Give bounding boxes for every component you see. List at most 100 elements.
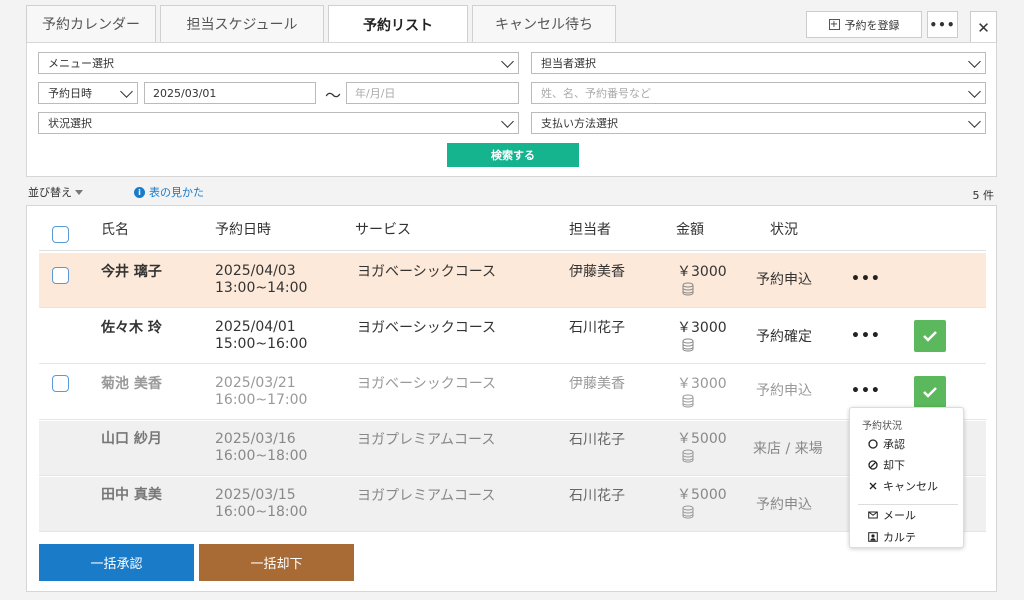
reservation-date: 2025/04/01 — [215, 319, 296, 335]
chevron-down-icon — [501, 55, 514, 68]
status-select[interactable]: 状況選択 — [38, 112, 519, 134]
tab-bar: 予約カレンダー 担当スケジュール 予約リスト キャンセル待ち — [26, 5, 616, 43]
menu-item-reject[interactable]: 却下 — [868, 457, 905, 473]
top-actions: + 予約を登録 ••• — [806, 11, 958, 38]
column-price: 金額 — [676, 222, 704, 238]
reservation-date: 2025/04/03 — [215, 263, 296, 279]
filter-panel: メニュー選択 担当者選択 予約日時 2025/03/01 〜 年/月/日 姓、名… — [26, 42, 997, 177]
menu-section-title: 予約状況 — [862, 421, 902, 432]
reservation-time: 13:00~14:00 — [215, 280, 308, 296]
payment-select-label: 支払い方法選択 — [541, 117, 618, 130]
table-row[interactable]: 今井 璃子 2025/04/03 13:00~14:00 ヨガベーシックコース … — [39, 253, 986, 308]
chevron-down-icon — [968, 115, 981, 128]
reservation-status: 予約申込 — [756, 272, 812, 288]
table-header: 氏名 予約日時 サービス 担当者 金額 状況 — [39, 206, 986, 251]
reservation-status: 予約申込 — [756, 383, 812, 399]
customer-name: 山口 紗月 — [101, 431, 162, 447]
checkmark-icon — [923, 387, 937, 398]
search-button[interactable]: 検索する — [447, 143, 579, 167]
caret-down-icon — [75, 189, 83, 195]
customer-name: 田中 真美 — [101, 487, 162, 503]
info-icon: i — [134, 186, 145, 198]
result-count: 5 件 — [972, 189, 995, 202]
sort-dropdown[interactable]: 並び替え — [28, 184, 83, 200]
menu-item-mail[interactable]: メール — [868, 507, 916, 523]
tab-reservation-list[interactable]: 予約リスト — [328, 5, 468, 43]
range-tilde: 〜 — [325, 86, 342, 105]
tab-staff-schedule[interactable]: 担当スケジュール — [160, 5, 324, 42]
service-name: ヨガプレミアムコース — [357, 432, 496, 448]
coin-stack-icon — [682, 394, 694, 408]
row-checkbox[interactable] — [52, 267, 69, 284]
reservation-date: 2025/03/16 — [215, 431, 296, 447]
column-datetime: 予約日時 — [215, 222, 271, 238]
customer-name: 菊池 美香 — [101, 376, 162, 392]
plus-icon: + — [828, 19, 840, 30]
service-name: ヨガベーシックコース — [357, 376, 497, 392]
staff-name: 石川花子 — [569, 320, 625, 336]
x-icon — [869, 482, 877, 490]
coin-stack-icon — [682, 338, 694, 352]
more-options-button[interactable]: ••• — [927, 11, 958, 38]
menu-select-label: メニュー選択 — [48, 57, 114, 70]
confirm-check-button[interactable] — [914, 376, 946, 408]
row-more-button[interactable]: ••• — [851, 383, 881, 399]
menu-item-cancel-label: キャンセル — [883, 480, 938, 493]
register-reservation-button[interactable]: + 予約を登録 — [806, 11, 922, 38]
table-row[interactable]: 佐々木 玲 2025/04/01 15:00~16:00 ヨガベーシックコース … — [39, 309, 986, 364]
reservation-time: 16:00~18:00 — [215, 448, 308, 464]
staff-name: 伊藤美香 — [569, 376, 625, 392]
customer-name: 今井 璃子 — [101, 264, 162, 280]
menu-item-chart[interactable]: カルテ — [868, 529, 916, 545]
date-to-input[interactable]: 年/月/日 — [346, 82, 519, 104]
price: ￥3000 — [677, 264, 727, 280]
table-row[interactable]: 田中 真美 2025/03/15 16:00~18:00 ヨガプレミアムコース … — [39, 477, 986, 532]
payment-select[interactable]: 支払い方法選択 — [531, 112, 986, 134]
confirm-check-button[interactable] — [914, 320, 946, 352]
table-guide-link[interactable]: i 表の見かた — [134, 184, 204, 200]
staff-name: 石川花子 — [569, 432, 625, 448]
menu-item-reject-label: 却下 — [883, 459, 905, 472]
customer-name: 佐々木 玲 — [101, 320, 162, 336]
mail-icon — [868, 511, 878, 519]
chevron-down-icon — [120, 85, 133, 98]
coin-stack-icon — [682, 282, 694, 296]
column-status: 状況 — [770, 222, 798, 238]
tab-reservation-calendar[interactable]: 予約カレンダー — [26, 5, 156, 42]
keyword-search-input[interactable]: 姓、名、予約番号など — [531, 82, 986, 104]
row-more-button[interactable]: ••• — [851, 328, 881, 344]
row-more-button[interactable]: ••• — [851, 271, 881, 287]
staff-select[interactable]: 担当者選択 — [531, 52, 986, 74]
bulk-reject-button[interactable]: 一括却下 — [199, 544, 354, 581]
menu-select[interactable]: メニュー選択 — [38, 52, 519, 74]
table-row[interactable]: 菊池 美香 2025/03/21 16:00~17:00 ヨガベーシックコース … — [39, 365, 986, 420]
register-label: 予約を登録 — [844, 18, 900, 32]
menu-item-approve[interactable]: 承認 — [868, 436, 905, 452]
chevron-down-icon — [968, 55, 981, 68]
service-name: ヨガベーシックコース — [357, 320, 497, 336]
price: ￥3000 — [677, 376, 727, 392]
coin-stack-icon — [682, 449, 694, 463]
menu-item-cancel[interactable]: キャンセル — [868, 478, 938, 494]
menu-item-approve-label: 承認 — [883, 438, 905, 451]
close-button[interactable]: ✕ — [970, 11, 997, 43]
bulk-approve-button[interactable]: 一括承認 — [39, 544, 194, 581]
reservation-date: 2025/03/21 — [215, 375, 296, 391]
reservation-status: 予約申込 — [756, 497, 812, 513]
sort-label: 並び替え — [28, 186, 72, 199]
reservation-status: 来店 / 来場 — [753, 441, 823, 457]
date-from-input[interactable]: 2025/03/01 — [144, 82, 316, 104]
staff-name: 石川花子 — [569, 488, 625, 504]
person-card-icon — [868, 532, 878, 542]
price: ￥5000 — [677, 487, 727, 503]
select-all-checkbox[interactable] — [52, 226, 69, 243]
reservation-time: 15:00~16:00 — [215, 336, 308, 352]
tab-cancel-waitlist[interactable]: キャンセル待ち — [472, 5, 616, 42]
table-row[interactable]: 山口 紗月 2025/03/16 16:00~18:00 ヨガプレミアムコース … — [39, 421, 986, 476]
row-checkbox[interactable] — [52, 375, 69, 392]
circle-icon — [868, 439, 878, 449]
status-select-label: 状況選択 — [48, 117, 92, 130]
date-type-select[interactable]: 予約日時 — [38, 82, 138, 104]
service-name: ヨガプレミアムコース — [357, 488, 496, 504]
column-name: 氏名 — [101, 222, 129, 238]
